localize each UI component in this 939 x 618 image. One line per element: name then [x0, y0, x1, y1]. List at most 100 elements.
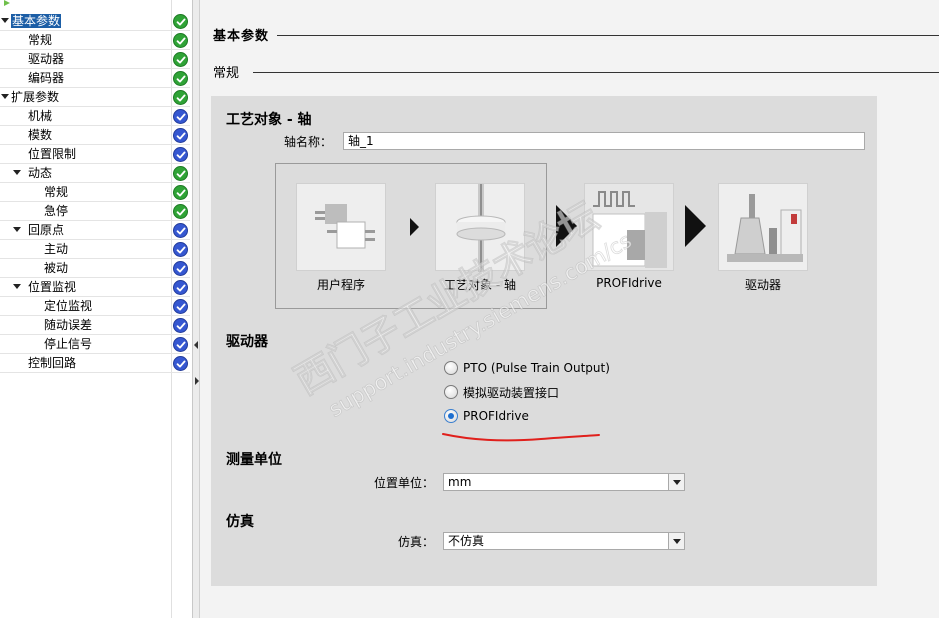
page-title: 基本参数: [213, 25, 278, 44]
status-check-icon: [173, 223, 188, 238]
expand-right-icon[interactable]: [195, 377, 199, 385]
drive-image: [718, 183, 808, 271]
radio-pto-button[interactable]: [444, 361, 458, 375]
status-ok-icon: [173, 33, 188, 48]
tree-item[interactable]: 模数: [0, 126, 190, 145]
tree-item[interactable]: 位置限制: [0, 145, 190, 164]
radio-profidrive[interactable]: PROFIdrive: [444, 407, 529, 425]
tree-item[interactable]: 定位监视: [0, 297, 190, 316]
status-check-icon: [173, 147, 188, 162]
tree-item[interactable]: 常规: [0, 31, 190, 50]
expand-arrow-icon[interactable]: [1, 94, 9, 99]
diagram-caption-profidrive: PROFIdrive: [596, 276, 662, 290]
tree-item[interactable]: 编码器: [0, 69, 190, 88]
expand-arrow-icon[interactable]: [13, 284, 21, 289]
tech-object-title: 工艺对象 - 轴: [226, 112, 312, 128]
expand-arrow-icon[interactable]: [1, 18, 9, 23]
expand-arrow-icon[interactable]: [13, 227, 21, 232]
heading-rule: [253, 72, 939, 73]
flow-arrow-large-icon: [556, 205, 577, 247]
diagram-caption-user-program: 用户程序: [316, 278, 365, 292]
tree-item[interactable]: 基本参数: [0, 12, 190, 31]
tree-item[interactable]: 驱动器: [0, 50, 190, 69]
tree-item[interactable]: 急停: [0, 202, 190, 221]
tree-item-label: 模数: [28, 128, 53, 142]
radio-profidrive-button[interactable]: [444, 409, 458, 423]
status-ok-icon: [173, 204, 188, 219]
simulation-value: 不仿真: [448, 534, 485, 548]
tree-item-label: 被动: [44, 261, 69, 275]
tree-item-label: 常规: [44, 185, 69, 199]
simulation-section-title: 仿真: [226, 514, 254, 530]
axis-name-label: 轴名称：: [284, 135, 333, 149]
tree-item[interactable]: 停止信号: [0, 335, 190, 354]
red-annotation-underline: [442, 433, 600, 442]
tree-item[interactable]: 主动: [0, 240, 190, 259]
radio-analog-drive[interactable]: 模拟驱动装置接口: [444, 383, 559, 401]
expand-arrow-icon[interactable]: [13, 170, 21, 175]
chevron-down-icon[interactable]: [668, 533, 684, 549]
radio-pto[interactable]: PTO (Pulse Train Output): [444, 359, 610, 377]
status-ok-icon: [173, 14, 188, 29]
tree-item[interactable]: 控制回路: [0, 354, 190, 373]
profidrive-image: [584, 183, 674, 271]
position-unit-label: 位置单位：: [374, 476, 435, 490]
flow-arrow-icon: [410, 218, 419, 236]
tree-item-label: 位置监视: [28, 280, 77, 294]
tree-item-label: 定位监视: [44, 299, 93, 313]
radio-pto-label: PTO (Pulse Train Output): [463, 361, 610, 375]
tree-item[interactable]: 机械: [0, 107, 190, 126]
status-ok-icon: [173, 71, 188, 86]
tree-item-label: 编码器: [28, 71, 65, 85]
tree-item[interactable]: 动态: [0, 164, 190, 183]
status-ok-icon: [173, 52, 188, 67]
collapse-left-icon[interactable]: [194, 341, 198, 349]
section-heading-basic-params: 基本参数: [213, 25, 939, 45]
tree-item-label: 常规: [28, 33, 53, 47]
tree-item-label: 停止信号: [44, 337, 93, 351]
tree-item[interactable]: 位置监视: [0, 278, 190, 297]
status-check-icon: [173, 128, 188, 143]
status-ok-icon: [173, 185, 188, 200]
tech-object-image: [435, 183, 525, 272]
radio-analog-drive-label: 模拟驱动装置接口: [463, 385, 560, 400]
radio-analog-drive-button[interactable]: [444, 385, 458, 399]
tree-item[interactable]: 扩展参数: [0, 88, 190, 107]
axis-name-input[interactable]: 轴_1: [343, 132, 865, 150]
heading-rule: [213, 35, 939, 36]
chevron-down-icon[interactable]: [668, 474, 684, 490]
status-check-icon: [173, 318, 188, 333]
general-settings-panel: 工艺对象 - 轴 轴名称： 轴_1 用户程序 工艺对象 - 轴 PROFIdri…: [211, 96, 877, 586]
status-ok-icon: [173, 90, 188, 105]
tree-item-label: 位置限制: [28, 147, 77, 161]
tree-item-label: 急停: [44, 204, 69, 218]
diagram-caption-drive: 驱动器: [744, 278, 781, 292]
position-unit-select[interactable]: mm: [443, 473, 685, 491]
flow-arrow-large-icon: [685, 205, 706, 247]
main-content: 基本参数 常规 工艺对象 - 轴 轴名称： 轴_1 用户程序 工艺对象 - 轴 …: [201, 0, 939, 618]
sub-title: 常规: [213, 62, 248, 81]
tree-item-label: 驱动器: [28, 52, 65, 66]
status-check-icon: [173, 109, 188, 124]
pane-splitter[interactable]: [193, 0, 200, 618]
tree-top-arrow-icon: [4, 0, 10, 6]
tree-item[interactable]: 被动: [0, 259, 190, 278]
status-check-icon: [173, 356, 188, 371]
status-check-icon: [173, 242, 188, 257]
status-check-icon: [173, 299, 188, 314]
tree-item-label: 扩展参数: [11, 90, 60, 104]
section-heading-general: 常规: [213, 62, 939, 82]
tree-item[interactable]: 常规: [0, 183, 190, 202]
tree-item-label: 随动误差: [44, 318, 93, 332]
tree-item-label: 控制回路: [28, 356, 77, 370]
tree-item-label: 回原点: [28, 223, 65, 237]
measure-section-title: 测量单位: [226, 452, 282, 468]
position-unit-value: mm: [448, 475, 472, 489]
tree-item[interactable]: 随动误差: [0, 316, 190, 335]
status-ok-icon: [173, 166, 188, 181]
tree-item[interactable]: 回原点: [0, 221, 190, 240]
diagram-caption-tech-object: 工艺对象 - 轴: [444, 278, 516, 292]
tree-item-label: 主动: [44, 242, 69, 256]
radio-profidrive-label: PROFIdrive: [463, 409, 529, 423]
simulation-select[interactable]: 不仿真: [443, 532, 685, 550]
